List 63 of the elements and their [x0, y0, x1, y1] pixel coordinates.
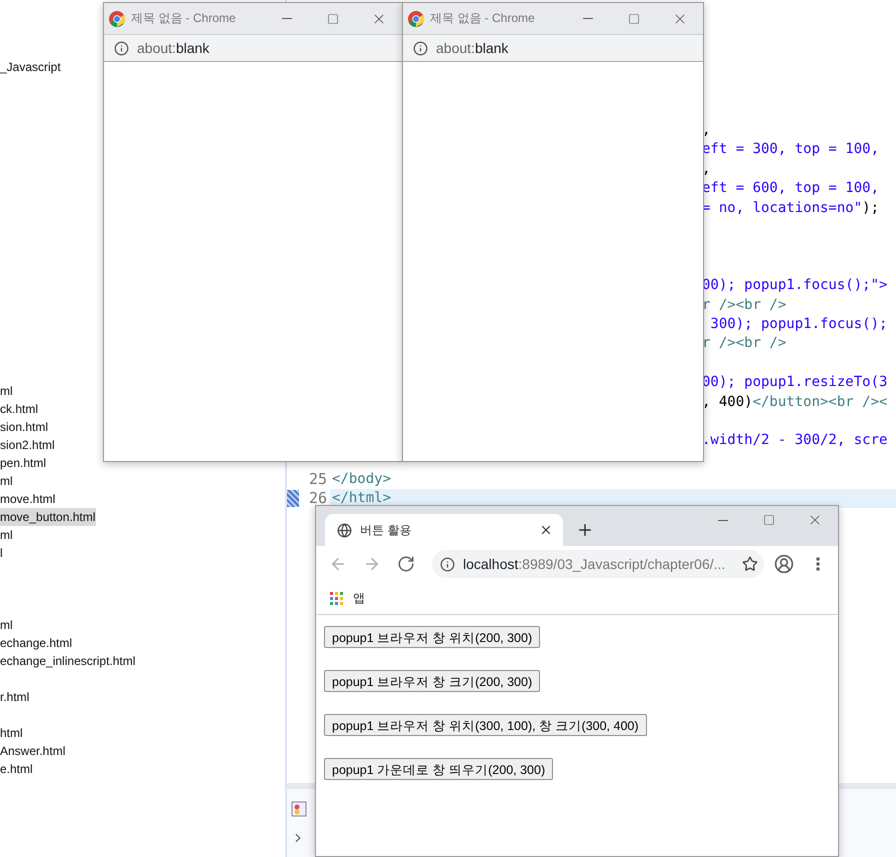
code-line: 300); popup1.focus();: [709, 316, 888, 332]
line-marker-icon: [287, 490, 299, 507]
info-icon[interactable]: [413, 40, 428, 56]
code-line: </body>: [332, 471, 392, 488]
apps-grid-icon: [330, 592, 343, 604]
code-line: .width/2 - 300/2, scre: [702, 432, 888, 448]
window-title: 제목 없음 - Chrome: [131, 10, 237, 27]
file-tree-item[interactable]: pen.html: [0, 454, 48, 472]
file-tree-item[interactable]: sion2.html: [0, 436, 56, 454]
file-tree-item[interactable]: e.html: [0, 760, 34, 778]
url-text: localhost:8989/03_Javascript/chapter06/...: [463, 556, 726, 572]
address-text: about:blank: [137, 40, 210, 56]
maximize-icon: [763, 514, 775, 526]
code-line: r /><br />: [702, 296, 786, 313]
info-icon[interactable]: [114, 40, 129, 56]
console-icon[interactable]: [291, 801, 307, 817]
file-tree-item[interactable]: ml: [0, 472, 14, 490]
menu-icon: [816, 557, 820, 571]
page-button[interactable]: popup1 브라우저 창 위치(200, 300): [324, 626, 540, 648]
window-title: 제목 없음 - Chrome: [430, 10, 536, 27]
code-line: </html>: [332, 490, 392, 506]
file-tree-item[interactable]: r.html: [0, 688, 30, 706]
file-tree-item[interactable]: echange_inlinescript.html: [0, 652, 136, 670]
line-number: 25: [308, 470, 328, 488]
bookmark-star-icon[interactable]: [742, 556, 758, 572]
account-icon: [774, 554, 794, 574]
page-button[interactable]: popup1 가운데로 창 띄우기(200, 300): [324, 758, 554, 780]
minimize-icon: [583, 18, 593, 19]
code-line: r /><br />: [702, 335, 786, 352]
right-arrow-icon: [363, 555, 381, 573]
code-line: , 400)</button><br /><: [702, 394, 888, 410]
page-button[interactable]: popup1 브라우저 창 위치(300, 100), 창 크기(300, 400): [324, 714, 647, 736]
bookmark-item[interactable]: 앱: [330, 590, 365, 606]
browser-tab[interactable]: 버튼 활용: [325, 514, 563, 546]
globe-icon: [337, 522, 352, 538]
tab-close-icon[interactable]: [539, 523, 553, 537]
file-tree-item[interactable]: html: [0, 724, 24, 742]
file-tree-item[interactable]: ml: [0, 382, 14, 400]
code-line: ,: [702, 122, 710, 138]
address-text: about:blank: [436, 40, 508, 56]
file-tree-item[interactable]: sion.html: [0, 418, 50, 436]
file-tree-item[interactable]: ml: [0, 616, 14, 634]
maximize-icon: [327, 12, 339, 24]
file-tree-item[interactable]: move.html: [0, 490, 56, 508]
file-tree-item[interactable]: echange.html: [0, 634, 74, 652]
file-tree-item[interactable]: ml: [0, 526, 14, 544]
line-number: 26: [308, 489, 328, 508]
maximize-icon: [628, 12, 640, 24]
chrome-logo-icon: [109, 10, 125, 26]
page-button[interactable]: popup1 브라우저 창 크기(200, 300): [324, 670, 540, 692]
file-tree-item[interactable]: Answer.html: [0, 742, 66, 760]
file-tree-item[interactable]: move_button.html: [0, 508, 96, 526]
file-tree-item[interactable]: _Javascript: [0, 58, 62, 76]
chrome-logo-icon: [408, 10, 424, 26]
info-icon: [440, 556, 455, 572]
address-bar[interactable]: localhost:8989/03_Javascript/chapter06/...: [432, 550, 764, 578]
reload-icon: [397, 555, 415, 573]
tab-title: 버튼 활용: [360, 522, 412, 538]
code-line: ,: [702, 160, 710, 177]
plus-icon: [576, 521, 594, 539]
minimize-icon: [282, 18, 292, 19]
file-tree-item[interactable]: l: [0, 544, 4, 562]
file-tree-item[interactable]: ck.html: [0, 400, 40, 418]
